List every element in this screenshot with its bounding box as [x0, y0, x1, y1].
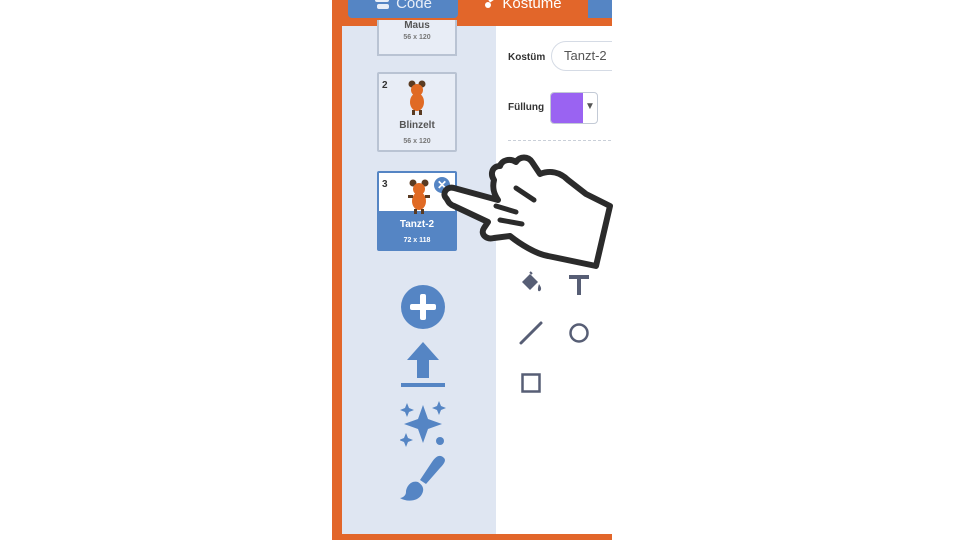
mouse-thumbnail: [408, 80, 426, 115]
pointing-hand-cursor-icon: [441, 154, 613, 269]
costume-size: 56 x 120: [403, 138, 431, 145]
costume-name-label: Kostüm: [508, 52, 546, 63]
fill-tool[interactable]: [516, 268, 546, 298]
fill-bucket-icon: [522, 271, 542, 292]
tab-code-label: Code: [396, 0, 432, 12]
fill-label: Füllung: [508, 102, 545, 113]
costume-number: 3: [382, 179, 388, 190]
rectangle-icon: [521, 373, 541, 393]
tab-sounds[interactable]: [588, 0, 612, 18]
costume-name: Maus: [404, 20, 430, 31]
upload-icon[interactable]: [400, 340, 446, 390]
sparkle-surprise-icon[interactable]: [400, 401, 446, 447]
costume-size: 56 x 120: [403, 34, 431, 41]
code-blocks-icon: [375, 0, 390, 9]
costume-tile-1[interactable]: Maus 56 x 120: [377, 20, 457, 56]
paint-brush-icon[interactable]: [400, 454, 446, 504]
add-circle-icon[interactable]: [400, 284, 446, 330]
line-tool[interactable]: [516, 318, 546, 348]
tab-costumes[interactable]: Kostüme: [462, 0, 584, 18]
editor-frame: Code Kostüme Maus 56 x 120 2 Blinzelt 56…: [332, 0, 612, 540]
circle-tool[interactable]: [564, 318, 594, 348]
costume-number: 2: [382, 80, 388, 91]
toolbar-divider: [508, 140, 612, 141]
fill-color-swatch: [551, 93, 583, 123]
fill-color-picker[interactable]: ▼: [550, 92, 598, 124]
tab-costumes-label: Kostüme: [502, 0, 562, 12]
circle-icon: [569, 323, 589, 343]
costume-name: Blinzelt: [399, 120, 435, 131]
brush-icon: [485, 0, 496, 8]
text-tool[interactable]: [564, 270, 594, 300]
costume-tile-2[interactable]: 2 Blinzelt 56 x 120: [377, 72, 457, 152]
paint-editor: Kostüm Tanzt-2 Füllung ▼: [496, 26, 612, 534]
tab-code[interactable]: Code: [348, 0, 458, 18]
chevron-down-icon: ▼: [585, 101, 595, 112]
rectangle-tool[interactable]: [516, 368, 546, 398]
costume-list: Maus 56 x 120 2 Blinzelt 56 x 120 3 ✕ Ta…: [342, 20, 496, 534]
text-icon: [569, 275, 589, 295]
costume-name-input[interactable]: Tanzt-2: [551, 41, 612, 71]
line-icon: [519, 321, 543, 345]
mouse-thumbnail: [408, 179, 430, 214]
